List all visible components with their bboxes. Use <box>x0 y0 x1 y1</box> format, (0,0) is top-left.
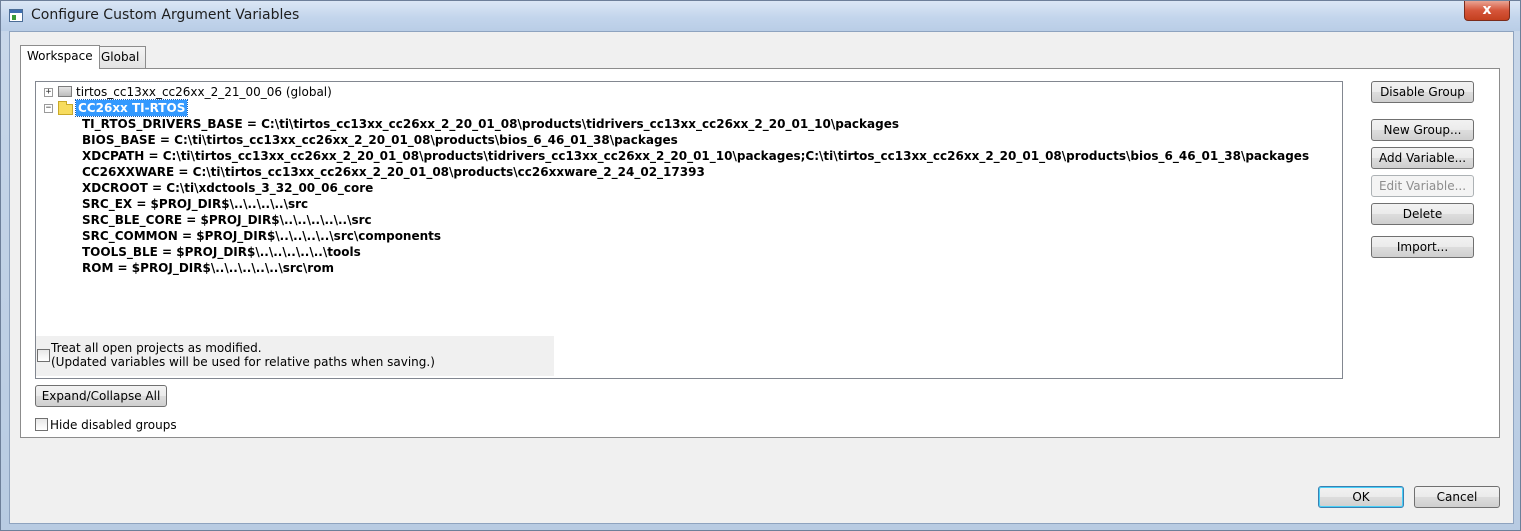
tree-group-global[interactable]: + tirtos_cc13xx_cc26xx_2_21_00_06 (globa… <box>42 84 342 100</box>
app-window-icon <box>9 9 23 22</box>
tree-group-label: CC26xx TI-RTOS <box>74 99 189 117</box>
tree-variable-item[interactable]: TOOLS_BLE = $PROJ_DIR$\..\..\..\..\..\to… <box>82 244 361 260</box>
cancel-button[interactable]: Cancel <box>1414 486 1500 508</box>
dialog-client-area: Workspace Global + tirtos_cc13xx_cc26xx_… <box>9 31 1514 524</box>
folder-icon <box>58 101 73 115</box>
treat-modified-label: Treat all open projects as modified. <box>51 341 262 355</box>
disable-group-button[interactable]: Disable Group <box>1371 81 1474 103</box>
tree-variable-item[interactable]: ROM = $PROJ_DIR$\..\..\..\..\..\src\rom <box>82 260 334 276</box>
close-icon: x <box>1482 2 1492 18</box>
add-variable-button[interactable]: Add Variable... <box>1371 147 1474 169</box>
tree-variable-item[interactable]: BIOS_BASE = C:\ti\tirtos_cc13xx_cc26xx_2… <box>82 132 678 148</box>
import-button[interactable]: Import... <box>1371 236 1474 258</box>
group-icon <box>58 86 72 97</box>
tree-variable-item[interactable]: SRC_COMMON = $PROJ_DIR$\..\..\..\..\src\… <box>82 228 441 244</box>
expand-plus-icon[interactable]: + <box>44 88 53 97</box>
ok-button[interactable]: OK <box>1318 486 1404 508</box>
tree-group-label: tirtos_cc13xx_cc26xx_2_21_00_06 (global) <box>76 85 332 99</box>
treat-modified-checkbox[interactable] <box>37 349 50 362</box>
tree-variable-item[interactable]: SRC_BLE_CORE = $PROJ_DIR$\..\..\..\..\..… <box>82 212 372 228</box>
collapse-minus-icon[interactable]: − <box>44 104 53 113</box>
new-group-button[interactable]: New Group... <box>1371 119 1474 141</box>
dialog-window: Configure Custom Argument Variables x Wo… <box>0 0 1521 531</box>
treat-modified-area: Treat all open projects as modified. (Up… <box>36 336 554 376</box>
hide-disabled-label: Hide disabled groups <box>50 418 177 432</box>
tab-workspace[interactable]: Workspace <box>20 45 100 69</box>
workspace-tab-panel: + tirtos_cc13xx_cc26xx_2_21_00_06 (globa… <box>20 68 1500 438</box>
treat-modified-note: (Updated variables will be used for rela… <box>51 355 435 369</box>
tab-workspace-label: Workspace <box>27 49 93 63</box>
variables-tree[interactable]: + tirtos_cc13xx_cc26xx_2_21_00_06 (globa… <box>35 81 1343 379</box>
expand-collapse-all-button[interactable]: Expand/Collapse All <box>35 385 167 407</box>
hide-disabled-checkbox[interactable] <box>35 418 48 431</box>
tree-variable-item[interactable]: XDCROOT = C:\ti\xdctools_3_32_00_06_core <box>82 180 373 196</box>
tab-global-label: Global <box>101 50 140 64</box>
tree-variable-item[interactable]: TI_RTOS_DRIVERS_BASE = C:\ti\tirtos_cc13… <box>82 116 899 132</box>
tree-variable-item[interactable]: XDCPATH = C:\ti\tirtos_cc13xx_cc26xx_2_2… <box>82 148 1309 164</box>
delete-button[interactable]: Delete <box>1371 203 1474 225</box>
tab-global[interactable]: Global <box>94 46 147 68</box>
edit-variable-button[interactable]: Edit Variable... <box>1371 175 1474 197</box>
title-bar[interactable]: Configure Custom Argument Variables x <box>1 1 1520 31</box>
tree-variable-item[interactable]: CC26XXWARE = C:\ti\tirtos_cc13xx_cc26xx_… <box>82 164 705 180</box>
tree-variable-item[interactable]: SRC_EX = $PROJ_DIR$\..\..\..\..\src <box>82 196 308 212</box>
window-title: Configure Custom Argument Variables <box>31 7 300 23</box>
close-button[interactable]: x <box>1464 1 1510 21</box>
tree-group-cc26xx[interactable]: − CC26xx TI-RTOS <box>42 99 202 117</box>
